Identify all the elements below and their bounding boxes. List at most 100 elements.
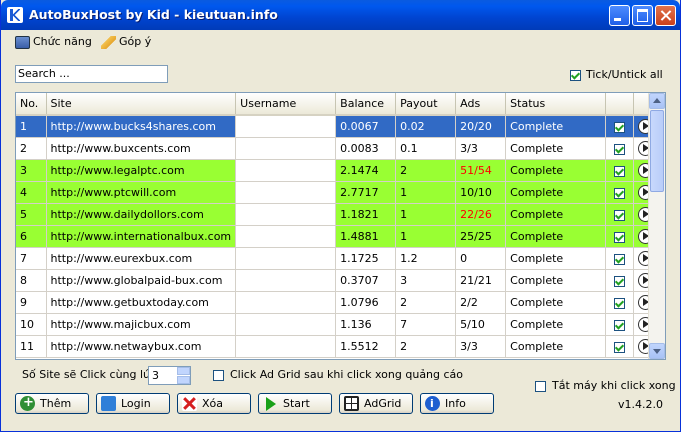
- adgrid-option[interactable]: Click Ad Grid sau khi click xong quảng c…: [213, 368, 463, 381]
- cell-ads[interactable]: 3/3: [455, 335, 507, 358]
- cell-username[interactable]: [235, 269, 337, 292]
- row-checkbox[interactable]: [614, 275, 626, 287]
- vertical-scrollbar[interactable]: [648, 93, 665, 359]
- cell-ads[interactable]: 22/26: [455, 203, 507, 226]
- cell-status[interactable]: Complete: [505, 247, 607, 270]
- cell-balance[interactable]: 1.1821: [335, 203, 397, 226]
- tick-all-checkbox[interactable]: [570, 69, 581, 81]
- col-header-balance[interactable]: Balance: [335, 93, 397, 116]
- table-row[interactable]: 1 http://www.bucks4shares.com 0.0067 0.02 20…: [16, 115, 659, 138]
- tick-all-toggle[interactable]: Tick/Untick all: [570, 68, 663, 81]
- cell-no[interactable]: 1: [16, 115, 47, 138]
- cell-payout[interactable]: 1: [395, 181, 457, 204]
- menu-functions[interactable]: Chức năng: [15, 34, 92, 50]
- cell-status[interactable]: Complete: [505, 181, 607, 204]
- table-row[interactable]: 8 http://www.globalpaid-bux.com 0.3707 3 21/…: [16, 269, 659, 292]
- cell-username[interactable]: [235, 137, 337, 160]
- maximize-button[interactable]: [632, 5, 653, 26]
- login-button[interactable]: Login: [96, 393, 170, 414]
- table-row[interactable]: 9 http://www.getbuxtoday.com 1.0796 2 2/2 Com…: [16, 291, 659, 314]
- cell-balance[interactable]: 1.4881: [335, 225, 397, 248]
- cell-balance[interactable]: 1.136: [335, 313, 397, 336]
- cell-status[interactable]: Complete: [505, 137, 607, 160]
- col-header-check[interactable]: [605, 93, 635, 116]
- minimize-button[interactable]: [609, 5, 630, 26]
- concurrent-sites-value[interactable]: 3: [152, 369, 159, 382]
- cell-username[interactable]: [235, 203, 337, 226]
- title-bar[interactable]: AutoBuxHost by Kid - kieutuan.info: [1, 0, 680, 30]
- cell-site[interactable]: http://www.internationalbux.com: [46, 225, 237, 248]
- cell-ads[interactable]: 3/3: [455, 137, 507, 160]
- row-checkbox[interactable]: [614, 253, 626, 265]
- cell-ads[interactable]: 25/25: [455, 225, 507, 248]
- info-button[interactable]: Info: [420, 393, 494, 414]
- table-row[interactable]: 4 http://www.ptcwill.com 2.7717 1 10/10 Compl…: [16, 181, 659, 204]
- cell-no[interactable]: 11: [16, 335, 47, 358]
- shutdown-checkbox[interactable]: [535, 380, 546, 392]
- cell-ads[interactable]: 2/2: [455, 291, 507, 314]
- cell-site[interactable]: http://www.bucks4shares.com: [46, 115, 237, 138]
- cell-balance[interactable]: 2.7717: [335, 181, 397, 204]
- cell-status[interactable]: Complete: [505, 313, 607, 336]
- cell-payout[interactable]: 2: [395, 291, 457, 314]
- cell-no[interactable]: 7: [16, 247, 47, 270]
- cell-ads[interactable]: 21/21: [455, 269, 507, 292]
- cell-no[interactable]: 3: [16, 159, 47, 182]
- col-header-site[interactable]: Site: [46, 93, 237, 116]
- table-row[interactable]: 6 http://www.internationalbux.com 1.4881 1 2…: [16, 225, 659, 248]
- cell-site[interactable]: http://www.dailydollors.com: [46, 203, 237, 226]
- add-button[interactable]: Thêm: [15, 393, 89, 414]
- col-header-payout[interactable]: Payout: [395, 93, 457, 116]
- table-row[interactable]: 2 http://www.buxcents.com 0.0083 0.1 3/3 Comp…: [16, 137, 659, 160]
- cell-no[interactable]: 8: [16, 269, 47, 292]
- scroll-down-button[interactable]: [649, 343, 665, 359]
- cell-ads[interactable]: 20/20: [455, 115, 507, 138]
- cell-payout[interactable]: 2: [395, 159, 457, 182]
- cell-payout[interactable]: 1.2: [395, 247, 457, 270]
- cell-site[interactable]: http://www.globalpaid-bux.com: [46, 269, 237, 292]
- row-checkbox[interactable]: [614, 165, 626, 177]
- search-input[interactable]: Search ...: [15, 65, 168, 83]
- cell-payout[interactable]: 1: [395, 225, 457, 248]
- cell-no[interactable]: 9: [16, 291, 47, 314]
- cell-username[interactable]: [235, 115, 337, 138]
- close-button[interactable]: [655, 5, 676, 26]
- cell-site[interactable]: http://www.netwaybux.com: [46, 335, 237, 358]
- cell-ads[interactable]: 10/10: [455, 181, 507, 204]
- sites-grid[interactable]: No. Site Username Balance Payout Ads Sta…: [15, 92, 666, 360]
- table-row[interactable]: 5 http://www.dailydollors.com 1.1821 1 22/26…: [16, 203, 659, 226]
- row-checkbox[interactable]: [614, 187, 626, 199]
- cell-no[interactable]: 6: [16, 225, 47, 248]
- cell-payout[interactable]: 1: [395, 203, 457, 226]
- row-checkbox[interactable]: [614, 341, 626, 353]
- cell-site[interactable]: http://www.buxcents.com: [46, 137, 237, 160]
- cell-balance[interactable]: 2.1474: [335, 159, 397, 182]
- cell-status[interactable]: Complete: [505, 203, 607, 226]
- concurrent-sites-stepper[interactable]: 3: [148, 366, 191, 385]
- cell-site[interactable]: http://www.ptcwill.com: [46, 181, 237, 204]
- cell-balance[interactable]: 0.0083: [335, 137, 397, 160]
- table-row[interactable]: 7 http://www.eurexbux.com 1.1725 1.2 0 Comple…: [16, 247, 659, 270]
- col-header-username[interactable]: Username: [235, 93, 337, 116]
- row-checkbox[interactable]: [614, 143, 626, 155]
- cell-balance[interactable]: 0.3707: [335, 269, 397, 292]
- cell-balance[interactable]: 1.0796: [335, 291, 397, 314]
- row-checkbox[interactable]: [614, 209, 626, 221]
- cell-site[interactable]: http://www.getbuxtoday.com: [46, 291, 237, 314]
- col-header-ads[interactable]: Ads: [455, 93, 507, 116]
- cell-username[interactable]: [235, 225, 337, 248]
- scroll-up-button[interactable]: [649, 93, 665, 109]
- row-checkbox[interactable]: [614, 297, 626, 309]
- cell-status[interactable]: Complete: [505, 291, 607, 314]
- cell-username[interactable]: [235, 247, 337, 270]
- cell-site[interactable]: http://www.eurexbux.com: [46, 247, 237, 270]
- col-header-status[interactable]: Status: [505, 93, 607, 116]
- cell-site[interactable]: http://www.majicbux.com: [46, 313, 237, 336]
- cell-status[interactable]: Complete: [505, 335, 607, 358]
- cell-no[interactable]: 5: [16, 203, 47, 226]
- cell-username[interactable]: [235, 335, 337, 358]
- shutdown-option[interactable]: Tắt máy khi click xong: [535, 379, 676, 392]
- cell-payout[interactable]: 7: [395, 313, 457, 336]
- cell-username[interactable]: [235, 313, 337, 336]
- delete-button[interactable]: Xóa: [177, 393, 251, 414]
